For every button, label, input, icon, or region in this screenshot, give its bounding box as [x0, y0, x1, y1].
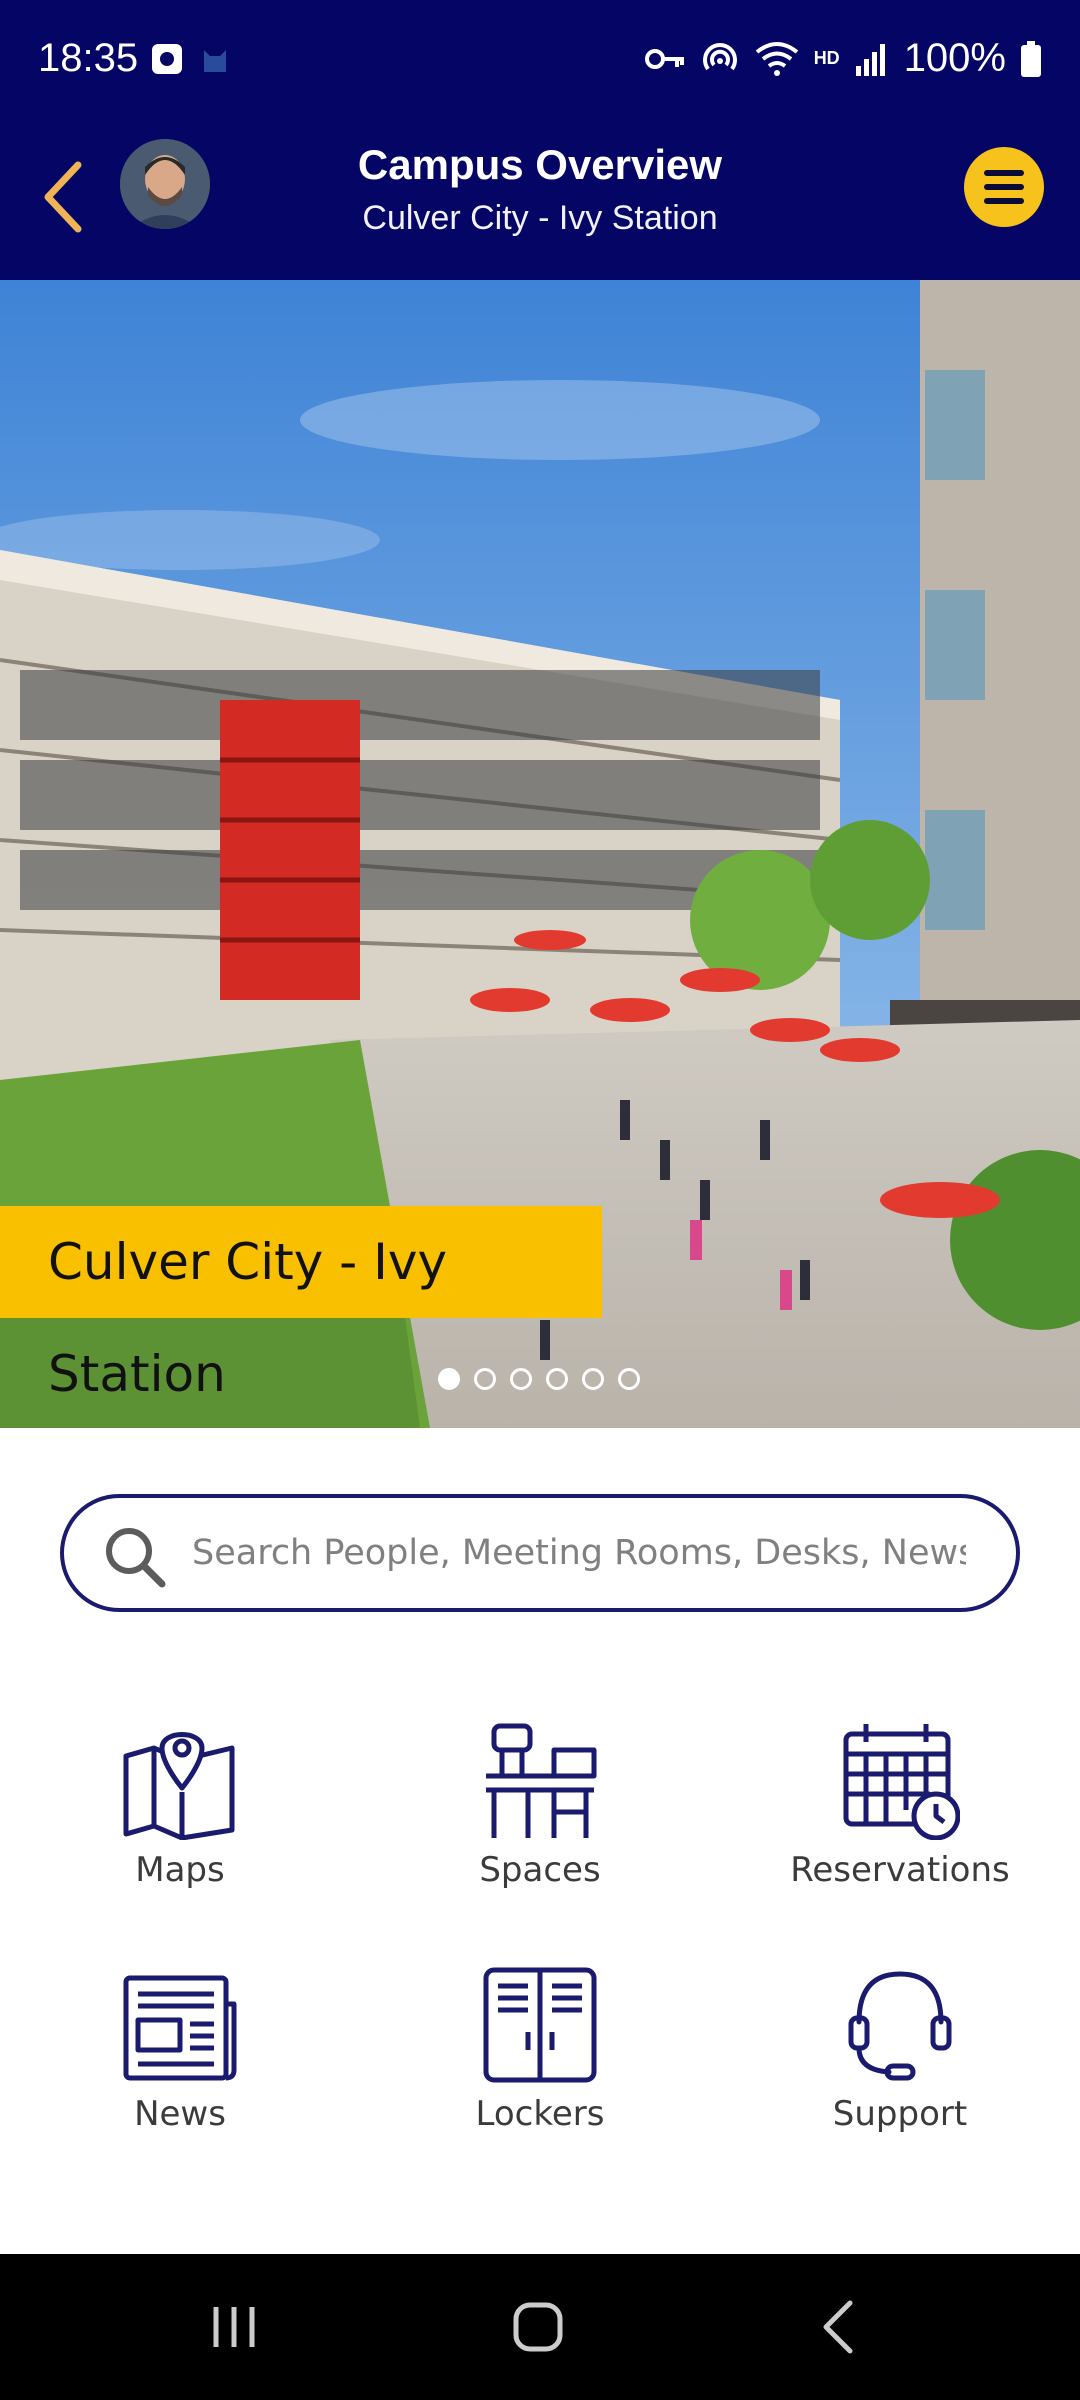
- hamburger-icon-line: [984, 198, 1024, 204]
- newspaper-icon: [123, 1975, 237, 2081]
- app-header: Campus Overview Culver City - Ivy Statio…: [0, 125, 1080, 280]
- hero-caption: Culver City - Ivy Station: [0, 1206, 602, 1403]
- status-bar: 18:35 HD 100%: [0, 0, 1080, 125]
- tile-label: Maps: [135, 1850, 225, 1890]
- hotspot-icon: [702, 42, 737, 70]
- system-back-button[interactable]: [780, 2282, 900, 2372]
- battery-percent: 100%: [903, 36, 1006, 80]
- page-subtitle: Culver City - Ivy Station: [362, 199, 718, 237]
- tile-spaces[interactable]: Spaces: [390, 1710, 690, 1910]
- battery-icon: [1021, 40, 1041, 77]
- tile-maps[interactable]: Maps: [30, 1710, 330, 1910]
- recent-apps-icon: [213, 2307, 255, 2347]
- status-right-icons: HD 100%: [644, 36, 1042, 81]
- tile-label: Lockers: [475, 2094, 605, 2134]
- calendar-icon: [843, 1724, 960, 1840]
- recent-apps-button[interactable]: [174, 2282, 294, 2372]
- search-bar[interactable]: [60, 1494, 1020, 1612]
- carousel-dot[interactable]: [546, 1368, 568, 1390]
- cat-icon: [204, 50, 226, 72]
- header-titles: Campus Overview Culver City - Ivy Statio…: [0, 137, 1080, 243]
- tile-support[interactable]: Support: [750, 1954, 1050, 2154]
- status-time: 18:35: [38, 36, 139, 80]
- key-icon: [644, 48, 684, 69]
- tile-label: Support: [832, 2094, 968, 2134]
- page-title: Campus Overview: [357, 141, 723, 188]
- hero-carousel[interactable]: Culver City - Ivy Station: [0, 280, 1080, 1428]
- carousel-dot[interactable]: [438, 1368, 460, 1390]
- signal-icon: [855, 43, 885, 76]
- headset-icon: [848, 1971, 952, 2081]
- search-icon: [106, 1528, 166, 1588]
- carousel-dot[interactable]: [510, 1368, 532, 1390]
- status-left-icons: [150, 42, 232, 76]
- map-icon: [123, 1732, 235, 1840]
- carousel-dot[interactable]: [582, 1368, 604, 1390]
- carousel-dot[interactable]: [474, 1368, 496, 1390]
- system-nav-bar: [0, 2254, 1080, 2400]
- tile-lockers[interactable]: Lockers: [390, 1954, 690, 2154]
- notification-app-icon: [152, 44, 182, 74]
- hamburger-icon-line: [984, 184, 1024, 190]
- home-icon: [513, 2302, 563, 2352]
- carousel-dot[interactable]: [618, 1368, 640, 1390]
- desk-icon: [486, 1723, 597, 1838]
- wifi-icon: [755, 41, 798, 76]
- hd-icon: HD: [813, 48, 840, 68]
- back-arrow-icon: [823, 2300, 853, 2354]
- search-input[interactable]: [192, 1498, 966, 1608]
- tile-label: Spaces: [479, 1850, 601, 1890]
- carousel-indicator: [438, 1368, 640, 1390]
- menu-button[interactable]: [964, 147, 1044, 227]
- tile-news[interactable]: News: [30, 1954, 330, 2154]
- hamburger-icon-line: [984, 170, 1024, 176]
- home-button[interactable]: [478, 2282, 598, 2372]
- tile-reservations[interactable]: Reservations: [750, 1710, 1050, 1910]
- locker-icon: [483, 1967, 597, 2083]
- tile-label: Reservations: [790, 1850, 1010, 1890]
- tile-label: News: [134, 2094, 226, 2134]
